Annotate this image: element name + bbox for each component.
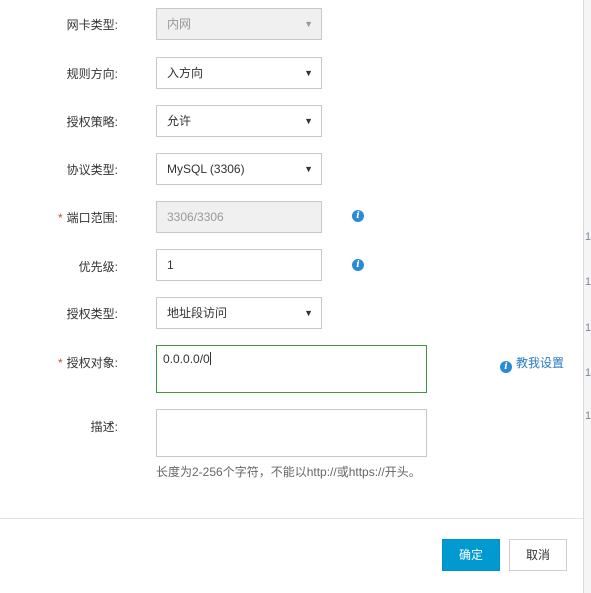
chevron-down-icon: ▼: [304, 164, 313, 174]
cancel-button[interactable]: 取消: [509, 539, 567, 571]
auth-type-label: 授权类型:: [66, 307, 118, 321]
help-link-label: 教我设置: [516, 356, 565, 370]
info-icon[interactable]: i: [352, 259, 364, 271]
direction-select[interactable]: 入方向 ▼: [156, 57, 322, 89]
protocol-select[interactable]: MySQL (3306) ▼: [156, 153, 322, 185]
confirm-button[interactable]: 确定: [442, 539, 500, 571]
info-icon: i: [500, 361, 512, 373]
required-mark: *: [57, 356, 63, 370]
policy-select[interactable]: 允许 ▼: [156, 105, 322, 137]
required-mark: *: [57, 211, 63, 225]
direction-label: 规则方向:: [66, 67, 118, 81]
background-text-fragment: 1: [585, 231, 591, 243]
direction-value: 入方向: [167, 66, 204, 80]
auth-object-value: 0.0.0.0/0: [163, 352, 210, 366]
description-textarea[interactable]: [156, 409, 427, 457]
add-security-rule-dialog: 网卡类型: 内网 ▼ 规则方向: 入方向 ▼ 授权策略: 允许 ▼ 协议类型: …: [0, 0, 584, 593]
background-text-fragment: 1: [585, 367, 591, 379]
info-icon[interactable]: i: [352, 210, 364, 222]
auth-object-textarea[interactable]: 0.0.0.0/0: [156, 345, 427, 393]
chevron-down-icon: ▼: [304, 116, 313, 126]
background-page-strip: [584, 0, 591, 593]
auth-type-select[interactable]: 地址段访问 ▼: [156, 297, 322, 329]
help-link[interactable]: i 教我设置: [500, 354, 564, 373]
priority-value: 1: [167, 258, 174, 272]
auth-type-value: 地址段访问: [167, 306, 228, 320]
chevron-down-icon: ▼: [304, 308, 313, 318]
text-cursor: [209, 352, 211, 365]
protocol-value: MySQL (3306): [167, 162, 245, 176]
port-range-label-wrap: * 端口范围:: [58, 209, 118, 226]
background-text-fragment: 1: [585, 410, 591, 422]
priority-input[interactable]: 1: [156, 249, 322, 281]
background-text-fragment: 1: [585, 276, 591, 288]
description-label: 描述:: [90, 420, 118, 434]
footer-divider: [0, 518, 583, 519]
background-text-fragment: 1: [585, 322, 591, 334]
auth-object-label-wrap: * 授权对象:: [58, 354, 118, 371]
chevron-down-icon: ▼: [304, 19, 313, 29]
nic-type-select: 内网 ▼: [156, 8, 322, 40]
auth-object-label: 授权对象:: [66, 356, 118, 370]
nic-type-value: 内网: [167, 17, 192, 31]
port-range-value: 3306/3306: [167, 210, 224, 224]
description-hint: 长度为2-256个字符，不能以http://或https://开头。: [156, 465, 421, 479]
nic-type-label: 网卡类型:: [66, 18, 118, 32]
policy-label: 授权策略:: [66, 115, 118, 129]
port-range-label: 端口范围:: [66, 211, 118, 225]
chevron-down-icon: ▼: [304, 68, 313, 78]
protocol-label: 协议类型:: [66, 163, 118, 177]
port-range-input: 3306/3306: [156, 201, 322, 233]
policy-value: 允许: [167, 114, 192, 128]
priority-label: 优先级:: [78, 260, 118, 274]
